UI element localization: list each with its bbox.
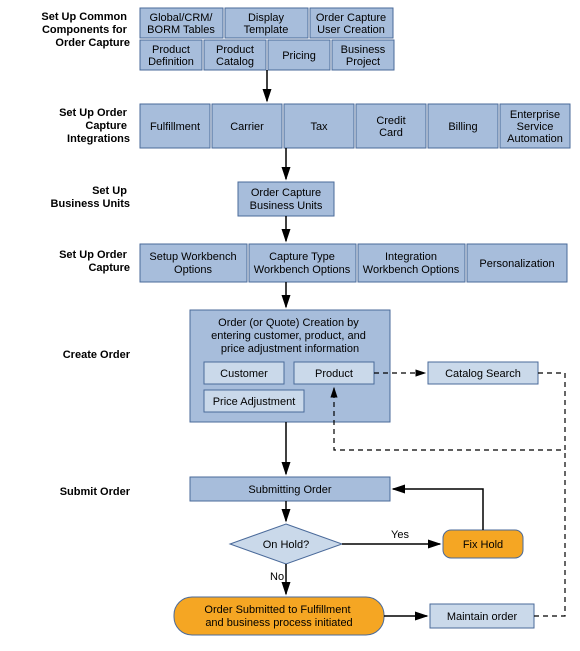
create-customer-text: Customer [220, 368, 268, 380]
cell-product-definition-text: ProductDefinition [148, 44, 194, 68]
cell-fulfillment-text: Fulfillment [150, 121, 200, 133]
cell-pricing-text: Pricing [282, 50, 316, 62]
dashed-maintain-loop [534, 450, 565, 616]
create-order-header: Order (or Quote) Creation by entering cu… [211, 317, 369, 355]
fix-hold-text: Fix Hold [463, 539, 503, 551]
cell-setup-workbench [140, 244, 247, 282]
cell-personalization-text: Personalization [479, 258, 554, 270]
cell-user-creation-text: Order CaptureUser Creation [316, 12, 386, 36]
row-integrations: Fulfillment Carrier Tax CreditCard Billi… [140, 104, 570, 148]
section-label-business-units: Set Up Business Units [51, 185, 130, 210]
maintain-order-text: Maintain order [447, 611, 518, 623]
section-label-order-capture: Set Up Order Capture [59, 249, 130, 274]
create-price-adjustment-text: Price Adjustment [213, 396, 296, 408]
cell-tax-text: Tax [310, 121, 328, 133]
submitting-order-text: Submitting Order [248, 484, 331, 496]
order-submitted-text: Order Submitted to Fulfillment and busin… [204, 604, 353, 629]
catalog-search-text: Catalog Search [445, 368, 521, 380]
cell-oc-business-units-text: Order CaptureBusiness Units [250, 187, 323, 212]
label-no: No [270, 571, 284, 583]
decision-onhold-text: On Hold? [263, 539, 309, 551]
cell-product-catalog-text: ProductCatalog [216, 44, 254, 68]
section-label-common: Set Up Common Components for Order Captu… [41, 11, 130, 49]
cell-integration-wb [358, 244, 465, 282]
section-label-integrations: Set Up Order Capture Integrations [59, 107, 130, 145]
section-label-create-order: Create Order [63, 349, 131, 361]
cell-billing-text: Billing [448, 121, 477, 133]
row-common-components: Global/CRM/BORM Tables DisplayTemplate O… [140, 8, 394, 70]
create-product-text: Product [315, 368, 353, 380]
cell-capture-type [249, 244, 356, 282]
cell-credit-card-text: CreditCard [376, 115, 405, 139]
cell-display-template-text: DisplayTemplate [244, 12, 289, 36]
arrow-fixhold-back [393, 489, 483, 530]
cell-global-crm-text: Global/CRM/BORM Tables [147, 12, 215, 36]
flow-diagram: Set Up Common Components for Order Captu… [0, 0, 580, 651]
order-submitted [174, 597, 384, 635]
cell-business-project-text: BusinessProject [341, 44, 386, 68]
label-yes: Yes [391, 529, 409, 541]
cell-carrier-text: Carrier [230, 121, 264, 133]
section-label-submit-order: Submit Order [60, 486, 131, 498]
row-setup-order-capture: Setup WorkbenchOptions Capture TypeWorkb… [140, 244, 567, 282]
